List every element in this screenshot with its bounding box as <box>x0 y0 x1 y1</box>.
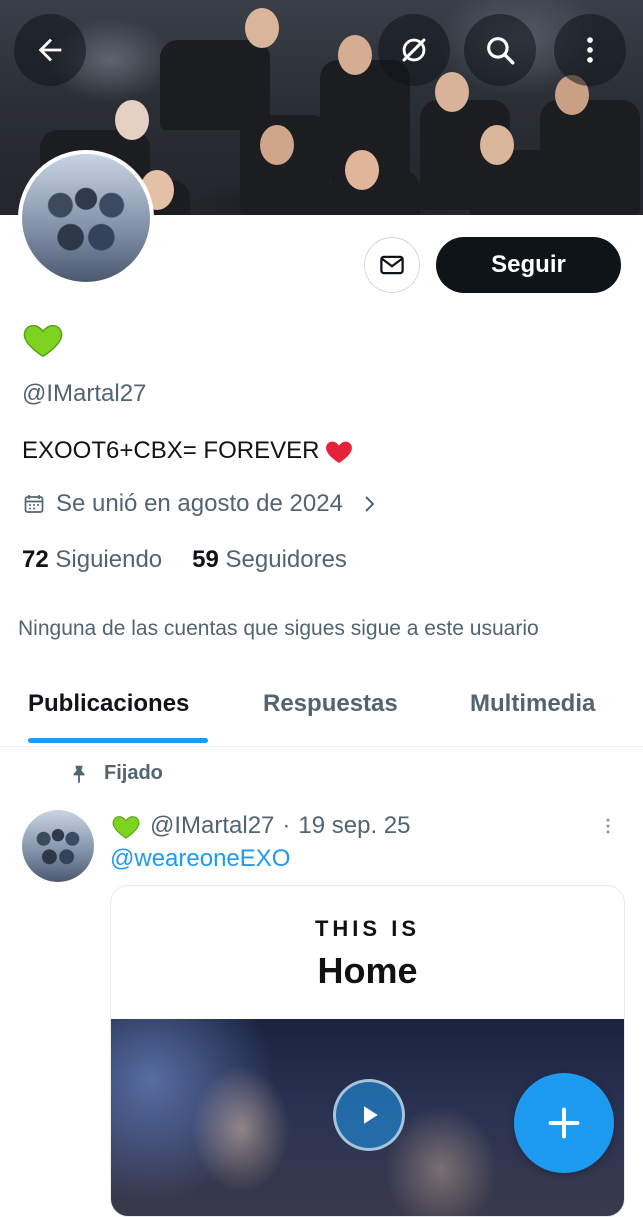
follow-button[interactable]: Seguir <box>436 237 621 293</box>
post-avatar-image <box>22 810 94 882</box>
pinned-label: Fijado <box>104 762 163 784</box>
red-heart-icon <box>326 441 353 463</box>
post-handle[interactable]: @IMartal27 <box>150 812 274 840</box>
post-more-button[interactable] <box>598 812 618 845</box>
tab-multimedia[interactable]: Multimedia <box>470 690 595 718</box>
search-icon <box>487 37 515 65</box>
avatar-image <box>22 154 150 282</box>
play-button[interactable] <box>333 1079 405 1151</box>
profile-tabs: Publicaciones Respuestas Multimedia <box>0 672 643 747</box>
mutual-followers-note: Ninguna de las cuentas que sigues sigue … <box>18 617 539 640</box>
following-link[interactable]: 72 Siguiendo <box>22 546 162 574</box>
joined-date-row[interactable]: Se unió en agosto de 2024 <box>22 490 381 518</box>
tab-publicaciones[interactable]: Publicaciones <box>28 690 189 718</box>
grok-icon <box>402 38 426 62</box>
back-button[interactable] <box>14 14 86 86</box>
profile-handle: @IMartal27 <box>22 380 147 407</box>
post-mention-link[interactable]: @weareoneEXO <box>110 845 290 873</box>
arrow-left-icon <box>38 38 62 62</box>
message-button[interactable] <box>364 237 420 293</box>
pinned-indicator: Fijado <box>68 762 163 785</box>
more-vertical-icon <box>606 818 610 834</box>
profile-bio: EXOOT6+CBX= FOREVER <box>22 435 355 467</box>
green-heart-icon <box>112 816 140 839</box>
pin-icon <box>73 765 85 783</box>
card-title-line1: THIS IS <box>314 916 420 941</box>
following-label: Siguiendo <box>55 546 163 573</box>
followers-label: Seguidores <box>225 546 347 573</box>
post-header: @IMartal27 · 19 sep. 25 <box>110 810 411 842</box>
envelope-icon <box>380 255 404 275</box>
following-count: 72 <box>22 546 49 573</box>
more-vertical-icon <box>587 37 593 63</box>
card-title-line2: Home <box>317 950 418 991</box>
followers-link[interactable]: 59 Seguidores <box>192 546 347 574</box>
bio-text: EXOOT6+CBX= FOREVER <box>22 437 320 464</box>
tab-respuestas[interactable]: Respuestas <box>263 690 398 718</box>
post-separator: · <box>282 812 291 839</box>
calendar-icon <box>24 495 44 513</box>
post-date[interactable]: 19 sep. 25 <box>298 812 410 840</box>
joined-text: Se unió en agosto de 2024 <box>56 490 343 517</box>
chevron-right-icon <box>365 496 375 512</box>
compose-button[interactable] <box>514 1073 614 1173</box>
plus-icon <box>548 1107 580 1139</box>
active-tab-indicator <box>28 738 208 743</box>
grok-button[interactable] <box>378 14 450 86</box>
followers-count: 59 <box>192 546 219 573</box>
green-heart-icon <box>23 324 63 358</box>
follow-counts: 72 Siguiendo 59 Seguidores <box>22 546 347 574</box>
profile-avatar[interactable] <box>18 150 154 286</box>
play-icon <box>364 1106 378 1124</box>
search-button[interactable] <box>464 14 536 86</box>
more-options-button[interactable] <box>554 14 626 86</box>
post-avatar[interactable] <box>22 810 94 882</box>
